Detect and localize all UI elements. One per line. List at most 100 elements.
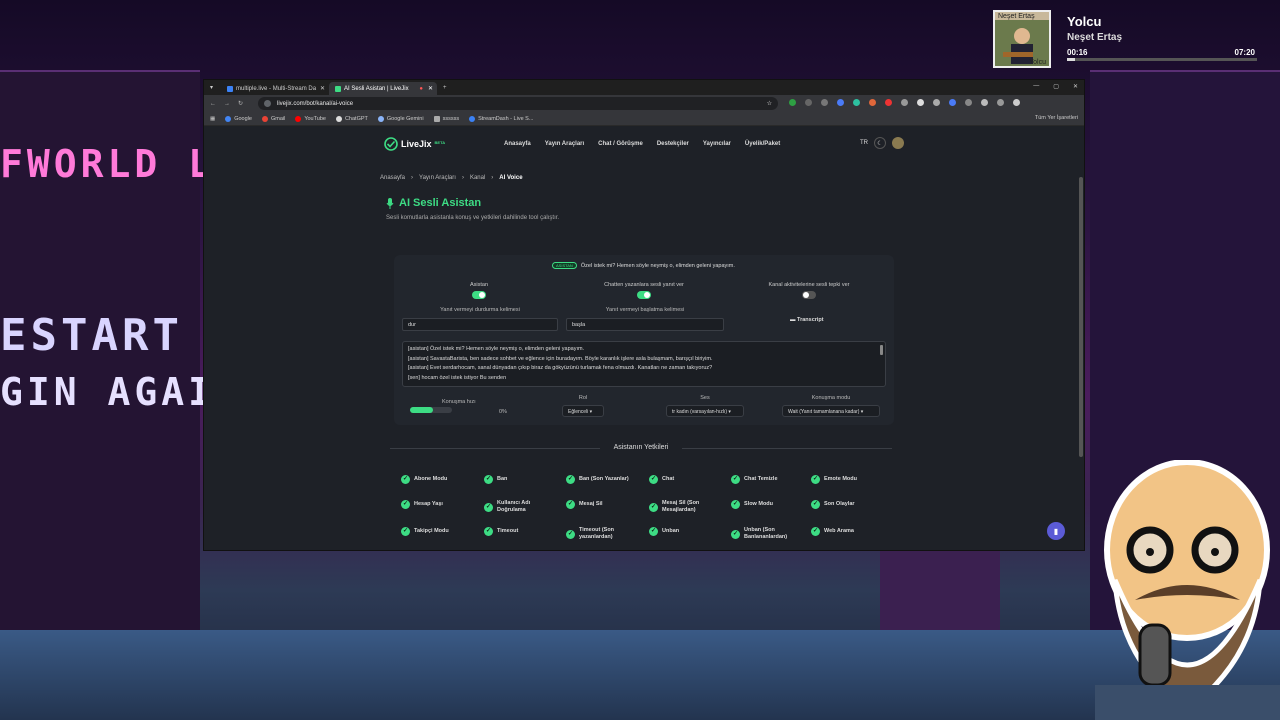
all-bookmarks[interactable]: Tüm Yer İşaretleri [1035,115,1078,121]
extension-icon[interactable] [933,99,940,106]
language-selector[interactable]: TR [860,140,868,146]
role-select[interactable]: Eğlenceli ▾ [562,405,604,417]
permission-label: Timeout [497,528,519,534]
extension-icon[interactable] [789,99,796,106]
menu-icon[interactable] [1013,99,1020,106]
permission-item[interactable]: ✓ Chat Temizle [731,475,801,484]
permission-item[interactable]: ✓ Mesaj Sil [566,500,636,509]
start-word-input[interactable]: başla [566,318,724,331]
bookmark-star-icon[interactable]: ☆ [767,100,772,107]
toggle-label: Chatten yazanlara sesli yanıt ver [604,282,684,288]
new-tab-icon[interactable]: + [443,85,447,91]
extension-icon[interactable] [885,99,892,106]
nav-anasayfa[interactable]: Anasayfa [504,141,531,147]
log-line: [asistan] Evet serdarhocam, sanal dünyad… [408,365,713,371]
permission-item[interactable]: ✓ Abone Modu [401,475,471,484]
conversation-log[interactable]: [asistan] Özel istek mi? Hemen söyle ney… [402,341,886,387]
permission-item[interactable]: ✓ Unban (Son Banlananlardan) [731,527,801,541]
toolbar: ← → ↻ livejix.com/bot/kanal/ai-voice ☆ [204,95,1084,112]
permission-item[interactable]: ✓ Emote Modu [811,475,881,484]
log-line: [asistan] Özel istek mi? Hemen söyle ney… [408,346,585,352]
recording-icon: ● [419,85,424,92]
reload-icon[interactable]: ↻ [238,100,243,107]
extension-icon[interactable] [805,99,812,106]
permission-item[interactable]: ✓ Mesaj Sil (Son Mesajlardan) [649,500,719,514]
crumb-kanal[interactable]: Kanal [470,175,485,181]
extension-icon[interactable] [853,99,860,106]
extension-icon[interactable] [917,99,924,106]
close-tab-icon[interactable]: ✕ [320,85,325,92]
permission-item[interactable]: ✓ Timeout (Son yazanlardan) [566,527,636,541]
stop-word-input[interactable]: dur [402,318,558,331]
crumb-yayin-araclari[interactable]: Yayın Araçları [419,175,456,181]
bookmark-chatgpt[interactable]: ChatGPT [335,115,368,122]
address-bar[interactable]: livejix.com/bot/kanal/ai-voice ☆ [258,97,778,110]
chat-support-button[interactable]: ▮ [1047,522,1065,540]
toggle-activity-group: Kanal aktivitelerine sesli tepki ver [749,282,869,299]
nav-destekciler[interactable]: Destekçiler [657,141,689,147]
close-window-icon[interactable]: ✕ [1073,83,1078,90]
nav-uyelik-paket[interactable]: Üyelik/Paket [745,141,780,147]
chat-reply-toggle[interactable] [637,291,651,299]
theme-moon-icon[interactable]: ☾ [874,137,886,149]
extension-icon[interactable] [949,99,956,106]
permission-item[interactable]: ✓ Web Arama [811,527,881,536]
assistant-toggle[interactable] [472,291,486,299]
close-tab-icon[interactable]: ✕ [428,85,433,92]
extension-icon[interactable] [869,99,876,106]
bookmark-folder[interactable]: ssssss [433,115,459,122]
bookmark-youtube[interactable]: YouTube [295,115,326,122]
avatar[interactable] [892,137,904,149]
mode-select[interactable]: Wait (Yanıt tamamlanana kadar) ▾ [782,405,880,417]
permission-item[interactable]: ✓ Son Olaylar [811,500,881,509]
translate-icon[interactable] [981,99,988,106]
permission-item[interactable]: ✓ Ban [484,475,554,484]
voice-select[interactable]: tr kadın (varsayılan-hızlı) ▾ [666,405,744,417]
permission-item[interactable]: ✓ Chat [649,475,719,484]
apps-grid-icon[interactable]: ▦ [210,116,215,122]
permission-label: Ban (Son Yazanlar) [579,476,629,482]
puzzle-icon[interactable] [965,99,972,106]
activity-reaction-toggle[interactable] [802,291,816,299]
log-scrollbar[interactable] [880,345,883,355]
page-scrollbar[interactable] [1079,177,1083,457]
tab-multiple-live[interactable]: multiple.live - Multi-Stream Da ✕ [221,82,329,95]
toggle-label: Kanal aktivitelerine sesli tepki ver [768,282,850,288]
mode-label: Konuşma modu [811,395,851,401]
back-icon[interactable]: ← [210,101,216,107]
speech-speed-slider[interactable] [410,407,452,413]
breadcrumb: Anasayfa › Yayın Araçları › Kanal › AI Voic… [380,175,523,181]
minimize-icon[interactable]: — [1033,83,1039,90]
permission-item[interactable]: ✓ Kullanıcı Adı Doğrulama [484,500,554,514]
site-logo[interactable]: LiveJix BETA [384,137,445,151]
nav-yayin-araclari[interactable]: Yayın Araçları [545,141,584,147]
check-icon: ✓ [649,475,658,484]
page-title-text: AI Sesli Asistan [399,197,482,209]
page-content: LiveJix BETA Anasayfa Yayın Araçları Cha… [204,127,1084,550]
permission-item[interactable]: ✓ Takipçi Modu [401,527,471,536]
tab-livejix[interactable]: AI Sesli Asistan | LiveJix ● ✕ [329,82,438,95]
forward-icon[interactable]: → [224,101,230,107]
permission-item[interactable]: ✓ Slow Modu [731,500,801,509]
permission-item[interactable]: ✓ Unban [649,527,719,536]
crumb-anasayfa[interactable]: Anasayfa [380,175,405,181]
bookmark-gemini[interactable]: Google Gemini [377,115,424,122]
nav-yayincilar[interactable]: Yayıncılar [703,141,731,147]
site-info-icon[interactable] [264,100,271,107]
tab-search-icon[interactable]: ▾ [210,84,213,91]
role-label: Rol [578,395,588,401]
bookmark-google[interactable]: Google [225,115,252,122]
bookmark-streamdash[interactable]: StreamDash - Live S... [469,115,533,122]
permission-item[interactable]: ✓ Hesap Yaşı [401,500,471,509]
transcript-button[interactable]: ▬ Transcript [790,317,824,323]
bookmark-gmail[interactable]: Gmail [261,115,285,122]
nav-chat-gorusme[interactable]: Chat / Görüşme [598,141,643,147]
extension-icon[interactable] [837,99,844,106]
profile-icon[interactable] [997,99,1004,106]
permission-item[interactable]: ✓ Ban (Son Yazanlar) [566,475,636,484]
extension-icon[interactable] [821,99,828,106]
extension-icon[interactable] [901,99,908,106]
maximize-icon[interactable]: ▢ [1053,83,1059,90]
road [0,630,1280,720]
permission-item[interactable]: ✓ Timeout [484,527,554,536]
